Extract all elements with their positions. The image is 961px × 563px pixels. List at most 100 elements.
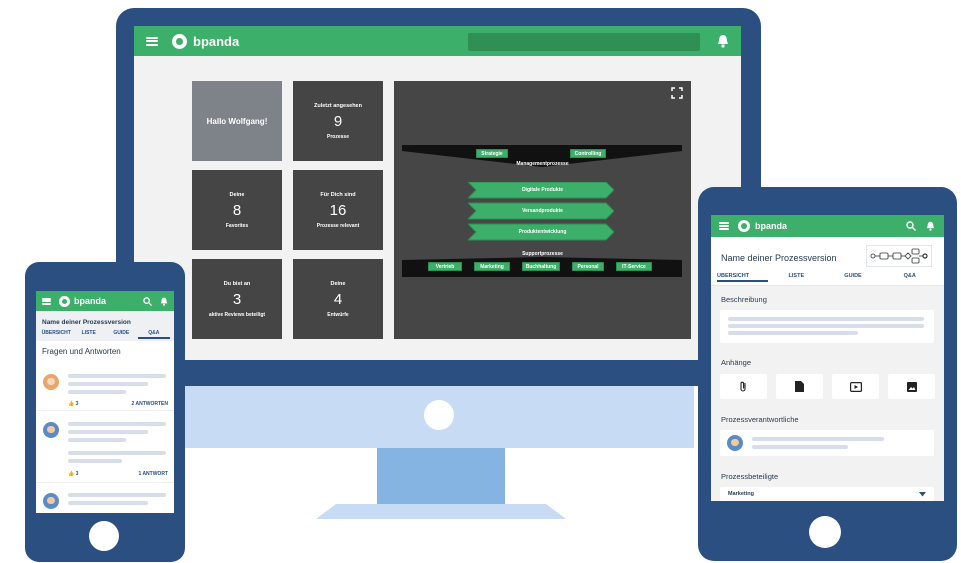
tile-count: 16	[329, 201, 347, 219]
like-count-value: 3	[75, 401, 79, 407]
chip-strategie[interactable]: Strategie	[476, 149, 508, 158]
chip-vertrieb[interactable]: Vertrieb	[428, 262, 462, 271]
tab-qa[interactable]: Q&A	[881, 273, 938, 282]
relevant-processes-tile[interactable]: Für Dich sind 16 Prozesse relevant	[293, 170, 383, 250]
process-diagram-thumbnail[interactable]	[866, 245, 932, 267]
process-version-title: Name deiner Prozessversion	[721, 253, 837, 263]
attachment-video-button[interactable]	[832, 374, 879, 399]
search-input[interactable]	[468, 33, 700, 51]
participants-dropdown[interactable]: Marketing	[720, 487, 934, 501]
search-icon[interactable]	[143, 297, 152, 306]
desktop-screen: bpanda Hallo Wolfgang! Zuletzt angesehen…	[134, 26, 741, 360]
notification-bell-icon[interactable]	[926, 221, 935, 231]
fullscreen-expand-icon[interactable]	[671, 87, 683, 99]
user-avatar	[727, 435, 743, 451]
process-owners-label: Prozessverantwortliche	[721, 415, 799, 424]
desktop-app-bar: bpanda	[134, 26, 741, 56]
tile-count: 3	[232, 290, 242, 308]
tile-count: 4	[333, 290, 343, 308]
process-participants-label: Prozessbeteiligte	[721, 472, 779, 481]
bpanda-logo-icon	[738, 220, 750, 232]
tablet-home-button	[809, 516, 841, 548]
user-avatar	[43, 374, 59, 390]
bpanda-logo-icon	[59, 295, 70, 307]
core-process-digital-products[interactable]: Digitale Produkte	[394, 187, 691, 193]
search-icon[interactable]	[906, 221, 916, 231]
attachment-image-button[interactable]	[888, 374, 935, 399]
desktop-power-button	[424, 400, 454, 430]
tablet-tab-bar: ÜBERSICHT LISTE GUIDE Q&A	[711, 273, 944, 286]
tile-caption: Du bist an	[223, 280, 251, 287]
hamburger-menu-icon[interactable]	[146, 36, 158, 46]
tab-overview[interactable]: ÜBERSICHT	[717, 273, 768, 282]
description-label: Beschreibung	[721, 295, 767, 304]
brand-name: bpanda	[755, 221, 788, 231]
phone-screen: bpanda Name deiner Prozessversion ÜBERSI…	[36, 291, 174, 513]
chip-it-service[interactable]: IT-Service	[616, 262, 652, 271]
answer-count[interactable]: 2 ANTWORTEN	[132, 401, 168, 407]
image-icon	[906, 381, 917, 392]
process-version-title: Name deiner Prozessversion	[36, 311, 174, 329]
video-icon	[849, 381, 862, 392]
brand-name: bpanda	[74, 296, 107, 306]
hamburger-menu-icon[interactable]	[42, 297, 51, 305]
tab-list[interactable]: LISTE	[768, 273, 825, 282]
process-owner-card[interactable]	[720, 430, 934, 456]
tablet-screen: bpanda Name deiner Prozessversion ÜBERSI…	[711, 215, 944, 501]
hamburger-menu-icon[interactable]	[719, 222, 729, 230]
core-process-product-development[interactable]: Produktentwicklung	[394, 229, 691, 235]
bpanda-logo-icon	[172, 33, 187, 49]
core-process-shipping-products[interactable]: Versandprodukte	[394, 208, 691, 214]
user-avatar	[43, 422, 59, 438]
tab-qa[interactable]: Q&A	[137, 329, 170, 339]
phone-home-button	[89, 521, 119, 551]
greeting-tile[interactable]: Hallo Wolfgang!	[192, 81, 282, 161]
favorites-tile[interactable]: Deine 8 Favorites	[192, 170, 282, 250]
recently-viewed-tile[interactable]: Zuletzt angesehen 9 Prozesse	[293, 81, 383, 161]
document-icon	[795, 381, 804, 392]
chip-buchhaltung[interactable]: Buchhaltung	[522, 262, 560, 271]
phone-app-bar: bpanda	[36, 291, 174, 311]
brand-name: bpanda	[193, 33, 240, 49]
tab-list[interactable]: LISTE	[73, 329, 106, 339]
question-card[interactable]: 👍 3 2 ANTWORTEN	[36, 369, 174, 411]
process-flow-icon	[870, 248, 928, 264]
question-card[interactable]	[36, 489, 174, 513]
active-reviews-tile[interactable]: Du bist an 3 aktive Reviews beteiligt	[192, 259, 282, 339]
notification-bell-icon[interactable]	[160, 297, 168, 306]
greeting-text: Hallo Wolfgang!	[206, 116, 268, 126]
tab-guide[interactable]: GUIDE	[825, 273, 882, 282]
tile-caption: Für Dich sind	[320, 191, 356, 198]
chip-controlling[interactable]: Controlling	[570, 149, 606, 158]
tile-caption: Deine	[229, 191, 245, 198]
answer-count[interactable]: 1 ANTWORT	[138, 471, 168, 477]
notification-bell-icon[interactable]	[717, 34, 729, 48]
tile-label: aktive Reviews beteiligt	[208, 311, 266, 318]
like-count-value: 3	[75, 471, 79, 477]
tile-caption: Deine	[330, 280, 346, 287]
responsive-devices-scene: bpanda Hallo Wolfgang! Zuletzt angesehen…	[0, 0, 961, 563]
like-count[interactable]: 👍 3	[68, 401, 78, 407]
phone-tab-bar: ÜBERSICHT LISTE GUIDE Q&A	[36, 329, 174, 341]
tab-overview[interactable]: ÜBERSICHT	[40, 329, 73, 339]
description-card[interactable]	[720, 310, 934, 343]
qa-section-title: Fragen und Antworten	[42, 347, 121, 356]
tab-guide[interactable]: GUIDE	[105, 329, 138, 339]
paperclip-icon	[740, 381, 746, 392]
desktop-stand-neck	[377, 448, 505, 504]
drafts-tile[interactable]: Deine 4 Entwürfe	[293, 259, 383, 339]
user-avatar	[43, 493, 59, 509]
process-landscape-map[interactable]: Strategie Controlling Managementprozesse…	[394, 81, 691, 339]
like-count[interactable]: 👍 3	[68, 471, 78, 477]
tile-count: 9	[333, 112, 343, 130]
attachment-document-button[interactable]	[776, 374, 823, 399]
tile-label: Prozesse	[327, 133, 349, 140]
chip-personal[interactable]: Personal	[572, 262, 604, 271]
desktop-stand-foot	[316, 504, 566, 519]
question-card[interactable]: 👍 3 1 ANTWORT	[36, 417, 174, 483]
tile-label: Favorites	[225, 222, 249, 229]
attachments-label: Anhänge	[721, 358, 752, 367]
attachment-file-button[interactable]	[720, 374, 767, 399]
participants-dropdown-value: Marketing	[728, 491, 754, 497]
chip-marketing[interactable]: Marketing	[474, 262, 510, 271]
